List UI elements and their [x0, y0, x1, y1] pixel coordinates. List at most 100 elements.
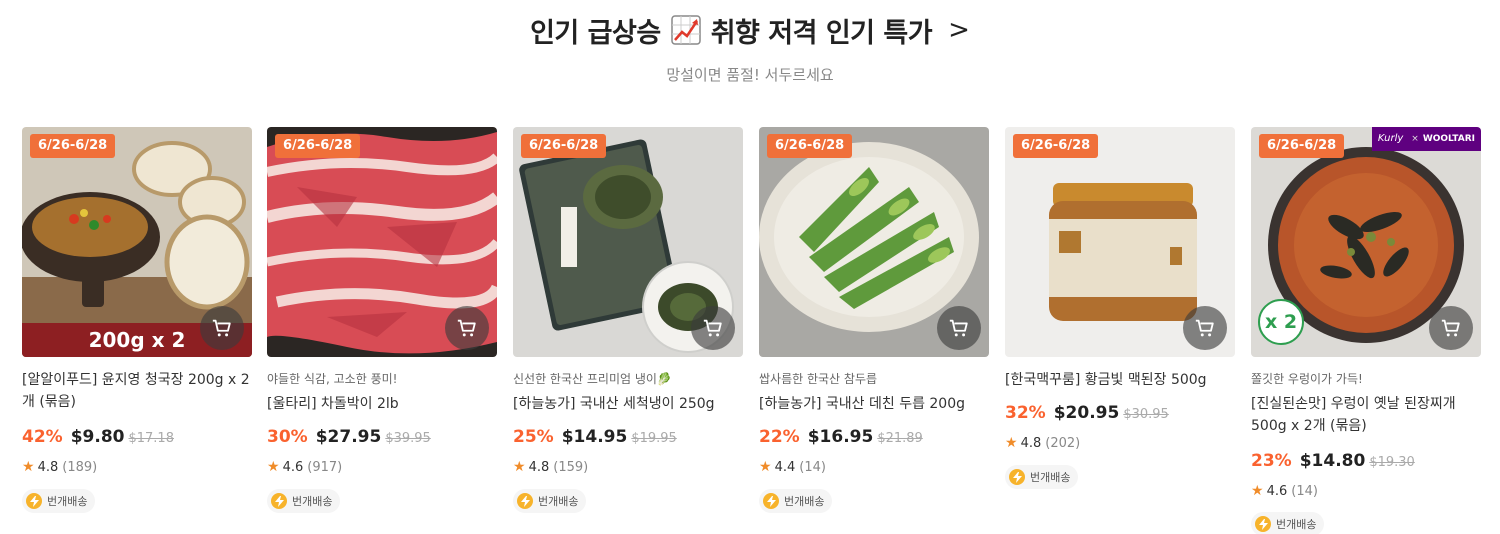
brand-separator: × — [1409, 127, 1421, 151]
sale-price: $16.95 — [807, 427, 874, 447]
lightning-icon — [26, 493, 42, 509]
lightning-icon — [271, 493, 287, 509]
add-to-cart-button[interactable] — [1183, 306, 1227, 350]
product-name[interactable]: [알알이푸드] 윤지영 청국장 200g x 2개 (묶음) — [22, 369, 252, 413]
delivery-badge: 번개배송 — [1251, 512, 1325, 534]
discount-rate: 23% — [1251, 451, 1292, 471]
price-row: 30% $27.95 $39.95 — [267, 427, 431, 447]
star-icon: ★ — [1251, 483, 1264, 499]
rating-value: 4.8 — [1020, 435, 1042, 451]
sale-price: $20.95 — [1053, 403, 1120, 423]
date-badge: 6/26-6/28 — [521, 134, 607, 158]
lightning-icon — [517, 493, 533, 509]
price-row: 25% $14.95 $19.95 — [513, 427, 677, 447]
add-to-cart-button[interactable] — [937, 306, 981, 350]
original-price: $21.89 — [877, 431, 923, 446]
discount-rate: 22% — [759, 427, 800, 447]
cart-icon — [1441, 319, 1460, 337]
delivery-label: 번개배송 — [538, 495, 579, 508]
delivery-badge: 번개배송 — [267, 489, 341, 513]
price-row: 22% $16.95 $21.89 — [759, 427, 923, 447]
product-tagline: 신선한 한국산 프리미엄 냉이🥬 — [513, 372, 672, 386]
delivery-badge: 번개배송 — [22, 489, 96, 513]
rating-value: 4.8 — [528, 459, 550, 475]
add-to-cart-button[interactable] — [200, 306, 244, 350]
star-icon: ★ — [1005, 435, 1018, 451]
chevron-right-icon[interactable]: > — [948, 15, 970, 45]
rating-row: ★ 4.8 (202) — [1005, 435, 1080, 451]
rating-value: 4.6 — [282, 459, 304, 475]
product-image[interactable]: 6/26-6/28 — [759, 127, 989, 357]
sale-price: $14.80 — [1299, 451, 1366, 471]
rating-value: 4.6 — [1266, 483, 1288, 499]
original-price: $19.30 — [1369, 455, 1415, 470]
quantity-badge: x 2 — [1258, 299, 1304, 345]
product-card[interactable]: 6/26-6/28 신선한 한국산 프리미엄 냉이🥬 [하늘농가] 국내산 세척… — [513, 127, 743, 534]
cart-icon — [457, 319, 476, 337]
add-to-cart-button[interactable] — [1429, 306, 1473, 350]
product-name[interactable]: [울타리] 차돌박이 2lb — [267, 393, 497, 415]
brand-logo-strip: Kurly × WOOLTARI — [1371, 127, 1481, 151]
delivery-label: 번개배송 — [292, 495, 333, 508]
review-count: (202) — [1045, 435, 1081, 451]
product-image[interactable]: 6/26-6/28 — [1005, 127, 1235, 357]
date-badge: 6/26-6/28 — [767, 134, 853, 158]
cart-icon — [949, 319, 968, 337]
discount-rate: 42% — [22, 427, 63, 447]
original-price: $19.95 — [631, 431, 677, 446]
add-to-cart-button[interactable] — [445, 306, 489, 350]
product-image[interactable]: 6/26-6/28 — [267, 127, 497, 357]
kurly-logo: Kurly — [1371, 127, 1410, 151]
rating-row: ★ 4.8 (159) — [513, 459, 588, 475]
product-tagline: 야들한 식감, 고소한 풍미! — [267, 372, 398, 386]
product-name[interactable]: [하늘농가] 국내산 데친 두릅 200g — [759, 393, 989, 415]
discount-rate: 30% — [267, 427, 308, 447]
product-image[interactable]: 6/26-6/28 — [513, 127, 743, 357]
product-card[interactable]: Kurly × WOOLTARI x 2 6/26-6/28 쫄깃한 우렁이가 … — [1251, 127, 1481, 534]
section-title: 인기 급상승 — [530, 17, 661, 49]
section-subtitle: 망설이면 품절! 서두르세요 — [666, 66, 834, 84]
review-count: (189) — [62, 459, 98, 475]
delivery-badge: 번개배송 — [759, 489, 833, 513]
date-badge: 6/26-6/28 — [30, 134, 116, 158]
lightning-icon — [763, 493, 779, 509]
rating-value: 4.8 — [37, 459, 59, 475]
discount-rate: 32% — [1005, 403, 1046, 423]
star-icon: ★ — [22, 459, 35, 475]
delivery-label: 번개배송 — [47, 495, 88, 508]
rating-row: ★ 4.6 (917) — [267, 459, 342, 475]
review-count: (14) — [799, 459, 826, 475]
cart-icon — [1195, 319, 1214, 337]
sale-price: $27.95 — [315, 427, 382, 447]
rating-value: 4.4 — [774, 459, 796, 475]
original-price: $39.95 — [385, 431, 431, 446]
product-card[interactable]: 200g x 2 6/26-6/28 [알알이푸드] 윤지영 청국장 200g … — [22, 127, 252, 534]
product-card[interactable]: 6/26-6/28 쌉사름한 한국산 참두릅 [하늘농가] 국내산 데친 두릅 … — [759, 127, 989, 534]
product-list: 200g x 2 6/26-6/28 [알알이푸드] 윤지영 청국장 200g … — [22, 127, 1482, 534]
section-title-suffix: 취향 저격 인기 특가 — [710, 17, 933, 49]
delivery-label: 번개배송 — [784, 495, 825, 508]
review-count: (14) — [1291, 483, 1318, 499]
delivery-badge: 번개배송 — [1005, 465, 1079, 489]
star-icon: ★ — [267, 459, 280, 475]
delivery-badge: 번개배송 — [513, 489, 587, 513]
delivery-label: 번개배송 — [1030, 471, 1071, 484]
sale-price: $9.80 — [70, 427, 125, 447]
rating-row: ★ 4.8 (189) — [22, 459, 97, 475]
add-to-cart-button[interactable] — [691, 306, 735, 350]
product-tagline: 쫄깃한 우렁이가 가득! — [1251, 372, 1363, 386]
product-image[interactable]: 200g x 2 6/26-6/28 — [22, 127, 252, 357]
product-card[interactable]: 6/26-6/28 야들한 식감, 고소한 풍미! [울타리] 차돌박이 2lb… — [267, 127, 497, 534]
lightning-icon — [1009, 469, 1025, 485]
product-image[interactable]: Kurly × WOOLTARI x 2 6/26-6/28 — [1251, 127, 1481, 357]
product-card[interactable]: 6/26-6/28 [한국맥꾸룸] 황금빛 맥된장 500g 32% $20.9… — [1005, 127, 1235, 534]
cart-icon — [703, 319, 722, 337]
product-name[interactable]: [한국맥꾸룸] 황금빛 맥된장 500g — [1005, 369, 1235, 391]
sale-price: $14.95 — [561, 427, 628, 447]
product-name[interactable]: [하늘농가] 국내산 세척냉이 250g — [513, 393, 743, 415]
date-badge: 6/26-6/28 — [1013, 134, 1099, 158]
star-icon: ★ — [759, 459, 772, 475]
product-name[interactable]: [진실된손맛] 우렁이 옛날 된장찌개 500g x 2개 (묶음) — [1251, 393, 1481, 437]
lightning-icon — [1255, 516, 1271, 532]
section-title-link[interactable]: 인기 급상승 취향 저격 인기 특가 > — [0, 10, 1500, 50]
